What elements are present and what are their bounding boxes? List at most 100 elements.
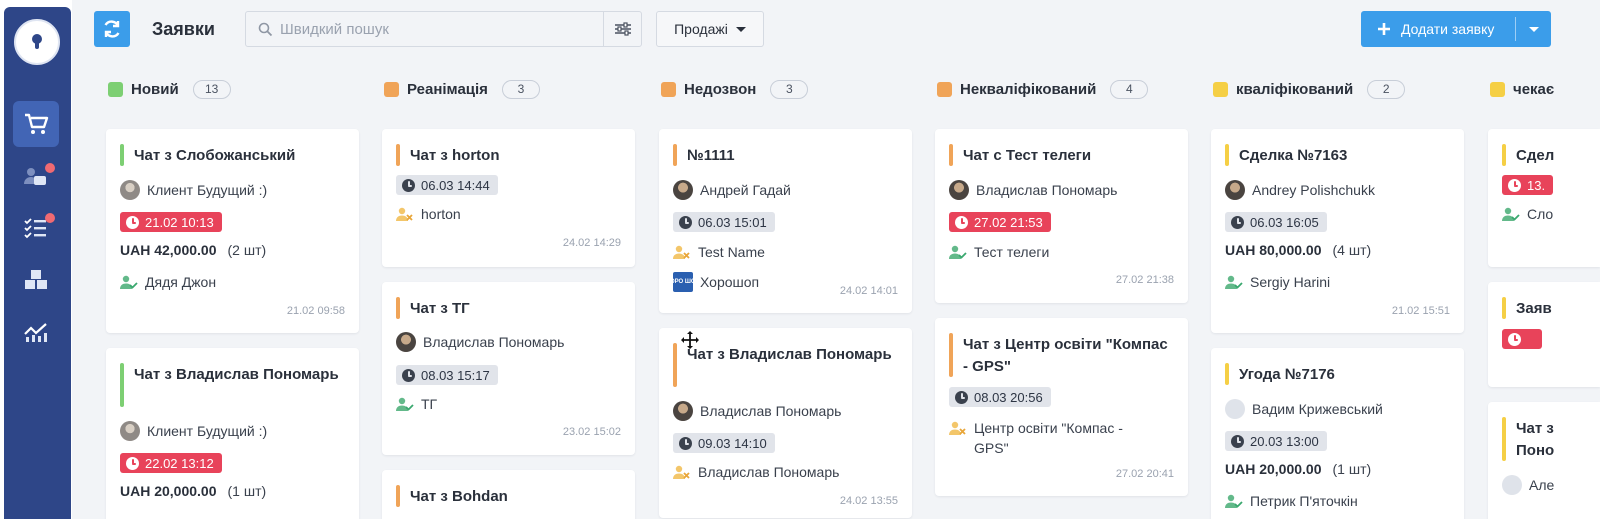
order-card[interactable]: Чат з Владислав Пономарь Владислав Поном… <box>659 328 912 518</box>
add-options-button[interactable] <box>1516 11 1551 47</box>
clock-icon <box>679 436 692 450</box>
due-date: 27.02 21:53 <box>974 214 1043 230</box>
due-date: 09.03 14:10 <box>698 435 767 451</box>
nav-orders[interactable] <box>13 101 59 147</box>
avatar <box>673 180 693 200</box>
column-header: Некваліфікований 4 <box>935 78 1188 100</box>
main-area: Заявки Продажі Додати заявку <box>72 0 1600 519</box>
order-card[interactable]: Заяв <box>1488 282 1600 387</box>
column-no-answer: Недозвон 3 <box>659 78 912 100</box>
date-row: 21.02 10:13 <box>120 212 345 232</box>
client-row: Владислав Пономарь <box>949 180 1174 200</box>
manager-row: Центр освіти "Компас - GPS" <box>949 418 1174 458</box>
date-row: 20.03 13:00 <box>1225 431 1450 451</box>
pipeline-select[interactable]: Продажі <box>656 11 764 47</box>
cart-icon <box>25 113 49 134</box>
created-time: 21.02 15:51 <box>1391 305 1450 317</box>
manager-name: horton <box>421 206 461 222</box>
client-name: Владислав Пономарь <box>700 403 842 419</box>
order-card[interactable]: Чат з horton 06.03 14:44 horton 24.02 14… <box>382 129 635 267</box>
column-count: 3 <box>770 79 809 99</box>
status-bar <box>120 363 124 407</box>
order-qty: (4 шт) <box>1332 242 1372 258</box>
date-row: 08.03 20:56 <box>949 387 1174 407</box>
order-card[interactable]: Чат з Центр освіти "Компас - GPS" 08.03 … <box>935 318 1188 496</box>
client-row: Владислав Пономарь <box>673 401 898 421</box>
due-date-badge: 08.03 15:17 <box>396 365 498 385</box>
order-card[interactable]: Сдел 13. Сло <box>1488 129 1600 267</box>
order-card[interactable]: Чат з ТГ Владислав Пономарь 08.03 15:17 … <box>382 282 635 455</box>
client-name: Але <box>1529 477 1555 493</box>
order-card[interactable]: Чат с Тест телеги Владислав Пономарь 27.… <box>935 129 1188 303</box>
add-order-button[interactable]: Додати заявку <box>1361 11 1515 47</box>
client-row: Клиент Будущий :) <box>120 180 345 200</box>
user-unassigned-icon <box>673 245 690 259</box>
nav-products[interactable] <box>13 257 59 303</box>
due-date-badge: 09.03 14:10 <box>673 433 775 453</box>
order-card[interactable]: Угода №7176 Вадим Крижевський 20.03 13:0… <box>1211 348 1464 519</box>
order-card[interactable]: Сделка №7163 Andrey Polishchukk 06.03 16… <box>1211 129 1464 333</box>
column-count: 13 <box>192 79 231 99</box>
column-title: кваліфікований <box>1236 80 1354 98</box>
order-card[interactable]: Чат з Владислав Пономарь Клиент Будущий … <box>106 348 359 519</box>
due-date: 06.03 15:01 <box>698 214 767 230</box>
column-reanimation: Реанімація 3 <box>382 78 635 100</box>
search-input[interactable] <box>280 12 598 46</box>
client-name: Владислав Пономарь <box>976 182 1118 198</box>
manager-row: Sergiy Harini <box>1225 274 1450 290</box>
created-time: 24.02 14:29 <box>562 237 621 249</box>
column-title: Новий <box>131 80 179 98</box>
card-title: Чат з Поно <box>1516 420 1555 459</box>
due-date: 13. <box>1527 177 1546 193</box>
clock-icon <box>1231 215 1244 229</box>
status-bar <box>949 144 953 166</box>
client-name: Клиент Будущий :) <box>147 182 268 198</box>
manager-name: Петрик П'яточкін <box>1250 493 1358 509</box>
refresh-button[interactable] <box>94 11 130 47</box>
source-logo: ХОРО ШОП <box>666 272 700 292</box>
column-header: кваліфікований 2 <box>1211 78 1464 100</box>
column-qualified: кваліфікований 2 <box>1211 78 1464 100</box>
client-name: Вадим Крижевський <box>1252 401 1383 417</box>
status-bar <box>673 144 677 166</box>
clock-icon <box>679 215 692 229</box>
client-name: Andrey Polishchukk <box>1252 182 1375 198</box>
filter-button[interactable] <box>603 12 641 46</box>
nav-tasks[interactable] <box>13 205 59 251</box>
avatar <box>1225 399 1245 419</box>
column-header: Новий 13 <box>106 78 359 100</box>
card-title: Чат з ТГ <box>410 300 470 317</box>
nav-analytics[interactable] <box>13 309 59 355</box>
avatar <box>1502 475 1522 495</box>
order-card[interactable]: Чат з Слобожанський Клиент Будущий :) 21… <box>106 129 359 333</box>
status-bar <box>1502 144 1506 166</box>
order-card[interactable]: №1111 Андрей Гадай 06.03 15:01 Test Name… <box>659 129 912 313</box>
card-title: Сделка №7163 <box>1239 147 1348 164</box>
due-date-badge: 08.03 20:56 <box>949 387 1051 407</box>
client-row: Вадим Крижевський <box>1225 399 1450 419</box>
user-check-icon <box>1225 275 1243 289</box>
column-count: 4 <box>1110 79 1149 99</box>
card-title: Чат з Владислав Пономарь <box>134 366 339 383</box>
order-card[interactable]: Чат з Поно Але <box>1488 402 1600 519</box>
client-name: Владислав Пономарь <box>423 334 565 350</box>
date-row: 27.02 21:53 <box>949 212 1174 232</box>
nav-contacts[interactable] <box>13 153 59 199</box>
due-date-badge: 06.03 14:44 <box>396 175 498 195</box>
status-bar <box>1502 297 1506 319</box>
analytics-icon <box>24 323 47 342</box>
manager-name: Sergiy Harini <box>1250 274 1331 290</box>
order-qty: (2 шт) <box>227 242 267 258</box>
clock-icon <box>955 390 968 404</box>
due-date: 08.03 15:17 <box>421 367 490 383</box>
manager-name: Сло <box>1527 206 1554 222</box>
order-card[interactable]: Чат з Bohdan <box>382 470 635 519</box>
avatar <box>949 180 969 200</box>
logo-icon[interactable] <box>14 19 60 65</box>
page-title: Заявки <box>152 19 215 39</box>
created-time: 21.02 09:58 <box>286 305 345 317</box>
due-date-badge: 06.03 16:05 <box>1225 212 1327 232</box>
chevron-down-icon <box>1528 26 1539 32</box>
status-bar <box>396 485 400 507</box>
due-date-badge: 13. <box>1502 175 1554 195</box>
